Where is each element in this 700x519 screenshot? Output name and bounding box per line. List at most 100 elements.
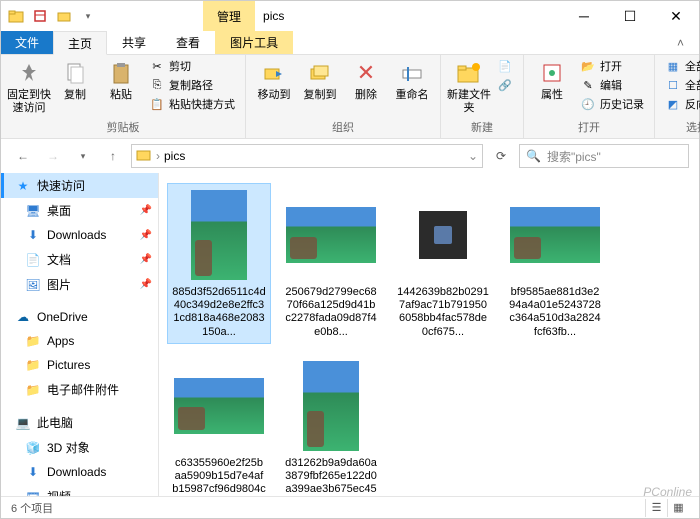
copyto-icon	[305, 59, 335, 87]
cut-button[interactable]: ✂剪切	[145, 57, 239, 75]
pin-to-quick-access-button[interactable]: 固定到快速访问	[7, 57, 51, 115]
folder-icon[interactable]	[7, 7, 25, 25]
group-organize-label: 组织	[332, 118, 354, 136]
sidebar-item-apps[interactable]: 📁Apps	[1, 329, 158, 353]
group-select: ▦全部选择 ☐全部取消 ◩反向选择 选择	[655, 55, 700, 138]
pin-label: 固定到快速访问	[7, 89, 51, 115]
file-item[interactable]: 1442639b82b02917af9ac71b7919506058bb4fac…	[391, 183, 495, 344]
onedrive-icon: ☁	[15, 309, 31, 325]
properties-qat-icon[interactable]	[31, 7, 49, 25]
folder-icon: 📁	[25, 357, 41, 373]
sidebar-item-email-attach[interactable]: 📁电子邮件附件	[1, 377, 158, 402]
sidebar[interactable]: ★ 快速访问 🖥桌面📌 ⬇Downloads📌 📄文档📌 🖼图片📌 ☁OneDr…	[1, 173, 159, 496]
file-thumbnail	[172, 359, 266, 453]
search-icon: 🔍	[526, 149, 541, 163]
maximize-button[interactable]: ☐	[607, 1, 653, 31]
paste-label: 粘贴	[110, 89, 132, 102]
sidebar-item-quick-access[interactable]: ★ 快速访问	[1, 173, 158, 198]
contextual-tab-header: 管理	[203, 1, 255, 31]
file-thumbnail	[284, 359, 378, 453]
sidebar-item-desktop[interactable]: 🖥桌面📌	[1, 198, 158, 223]
qat-dropdown-icon[interactable]: ▾	[79, 7, 97, 25]
group-clipboard: 固定到快速访问 复制 粘贴 ✂剪切 ⎘复制路径 📋粘贴快捷方式 剪贴板	[1, 55, 246, 138]
properties-icon	[537, 59, 567, 87]
pc-icon: 💻	[15, 415, 31, 431]
back-button[interactable]: ←	[11, 144, 35, 168]
copy-to-button[interactable]: 复制到	[298, 57, 342, 102]
recent-dropdown[interactable]: ▾	[71, 144, 95, 168]
titlebar: ▾ 管理 pics ─ ☐ ✕	[1, 1, 699, 31]
selectall-icon: ▦	[665, 58, 681, 74]
invert-selection-button[interactable]: ◩反向选择	[661, 95, 700, 113]
address-dropdown-icon[interactable]: ⌄	[468, 149, 478, 163]
copypath-icon: ⎘	[149, 77, 165, 93]
sidebar-item-3d-objects[interactable]: 🧊3D 对象	[1, 435, 158, 460]
move-to-button[interactable]: 移动到	[252, 57, 296, 102]
sidebar-item-downloads[interactable]: ⬇Downloads📌	[1, 223, 158, 247]
up-button[interactable]: ↑	[101, 144, 125, 168]
sidebar-item-downloads-pc[interactable]: ⬇Downloads	[1, 460, 158, 484]
file-item[interactable]: 885d3f52d6511c4d40c349d2e8e2ffc31cd818a4…	[167, 183, 271, 344]
paste-shortcut-button[interactable]: 📋粘贴快捷方式	[145, 95, 239, 113]
paste-button[interactable]: 粘贴	[99, 57, 143, 102]
cut-icon: ✂	[149, 58, 165, 74]
edit-button[interactable]: ✎编辑	[576, 76, 648, 94]
select-none-button[interactable]: ☐全部取消	[661, 76, 700, 94]
new-item-button[interactable]: 📄	[493, 57, 517, 75]
selectnone-icon: ☐	[665, 77, 681, 93]
rename-button[interactable]: 重命名	[390, 57, 434, 102]
sidebar-item-documents[interactable]: 📄文档📌	[1, 247, 158, 272]
group-new: 新建文件夹 📄 🔗 新建	[441, 55, 524, 138]
group-open-label: 打开	[578, 118, 600, 136]
content-pane[interactable]: 885d3f52d6511c4d40c349d2e8e2ffc31cd818a4…	[159, 173, 699, 496]
open-icon: 📂	[580, 58, 596, 74]
pin-icon	[14, 59, 44, 87]
view-icons-button[interactable]: ▦	[667, 499, 689, 517]
pictures-icon: 🖼	[25, 277, 41, 293]
tab-file[interactable]: 文件	[1, 31, 53, 54]
view-details-button[interactable]: ☰	[645, 499, 667, 517]
downloads-icon: ⬇	[25, 227, 41, 243]
newitem-icon: 📄	[497, 58, 513, 74]
file-item[interactable]: bf9585ae881d3e294a4a01e5243728c364a510d3…	[503, 183, 607, 344]
open-button[interactable]: 📂打开	[576, 57, 648, 75]
ribbon-collapse-button[interactable]: ˄	[662, 31, 699, 54]
easy-access-button[interactable]: 🔗	[493, 76, 517, 94]
close-button[interactable]: ✕	[653, 1, 699, 31]
file-item[interactable]: 250679d2799ec6870f66a125d9d41bc2278fada0…	[279, 183, 383, 344]
file-thumbnail	[284, 188, 378, 282]
folder-qat-icon[interactable]	[55, 7, 73, 25]
file-name: d31262b9a9da60a3879fbf265e122d0a399ae3b6…	[284, 457, 378, 496]
copy-button[interactable]: 复制	[53, 57, 97, 102]
properties-button[interactable]: 属性	[530, 57, 574, 102]
sidebar-item-pictures-od[interactable]: 📁Pictures	[1, 353, 158, 377]
folder-icon: 📁	[25, 333, 41, 349]
tab-view[interactable]: 查看	[161, 31, 215, 54]
breadcrumb-item[interactable]: pics	[164, 149, 185, 163]
group-open: 属性 📂打开 ✎编辑 🕘历史记录 打开	[524, 55, 655, 138]
copy-icon	[60, 59, 90, 87]
copy-label: 复制	[64, 89, 86, 102]
address-bar[interactable]: › pics ⌄	[131, 144, 483, 168]
history-button[interactable]: 🕘历史记录	[576, 95, 648, 113]
file-item[interactable]: c63355960e2f25baa5909b15d7e4afb15987cf96…	[167, 354, 271, 496]
new-folder-button[interactable]: 新建文件夹	[447, 57, 491, 115]
sidebar-item-onedrive[interactable]: ☁OneDrive	[1, 305, 158, 329]
sidebar-item-pictures[interactable]: 🖼图片📌	[1, 272, 158, 297]
minimize-button[interactable]: ─	[561, 1, 607, 31]
delete-button[interactable]: ✕ 删除	[344, 57, 388, 102]
file-item[interactable]: d31262b9a9da60a3879fbf265e122d0a399ae3b6…	[279, 354, 383, 496]
select-all-button[interactable]: ▦全部选择	[661, 57, 700, 75]
file-name: 250679d2799ec6870f66a125d9d41bc2278fada0…	[284, 286, 378, 339]
tab-picture-tools[interactable]: 图片工具	[215, 31, 293, 54]
tab-share[interactable]: 共享	[107, 31, 161, 54]
folder-icon	[136, 148, 152, 165]
file-name: 885d3f52d6511c4d40c349d2e8e2ffc31cd818a4…	[172, 286, 266, 339]
sidebar-item-this-pc[interactable]: 💻此电脑	[1, 410, 158, 435]
search-box[interactable]: 🔍 搜索"pics"	[519, 144, 689, 168]
tab-home[interactable]: 主页	[53, 31, 107, 55]
refresh-button[interactable]: ⟳	[489, 144, 513, 168]
sidebar-item-videos[interactable]: 🎞视频	[1, 484, 158, 496]
forward-button[interactable]: →	[41, 144, 65, 168]
copy-path-button[interactable]: ⎘复制路径	[145, 76, 239, 94]
